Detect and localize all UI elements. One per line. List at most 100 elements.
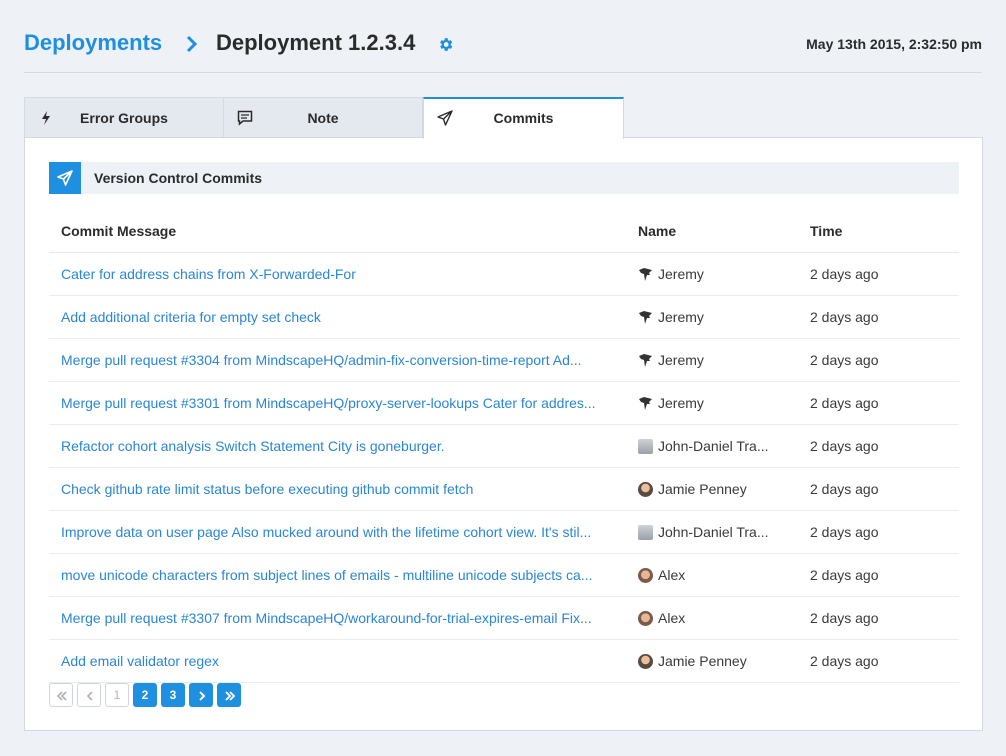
author-cell: Jamie Penney (638, 467, 798, 511)
commit-message-cell: Improve data on user page Also mucked ar… (49, 510, 638, 554)
author-cell: Jeremy (638, 295, 798, 339)
commit-message-link[interactable]: Merge pull request #3301 from MindscapeH… (61, 395, 596, 411)
chevron-left-icon (86, 691, 93, 701)
deployment-timestamp: May 13th 2015, 2:32:50 pm (806, 36, 982, 52)
next-page-button[interactable] (189, 683, 213, 707)
chevron-right-icon (186, 35, 198, 53)
table-row: Add email validator regex Jamie Penney 2 d… (49, 639, 959, 683)
chevron-right-icon (199, 691, 206, 701)
commit-message-cell: Refactor cohort analysis Switch Statemen… (49, 424, 638, 468)
tab-label: Commits (493, 110, 554, 126)
commit-time: 2 days ago (798, 338, 959, 382)
table-row: Check github rate limit status before ex… (49, 467, 959, 511)
commits-table: Commit Message Name Time Cater for addre… (49, 210, 959, 683)
table-row: Merge pull request #3307 from MindscapeH… (49, 596, 959, 640)
commit-time: 2 days ago (798, 553, 959, 597)
avatar (638, 524, 653, 540)
commit-message-cell: Add additional criteria for empty set ch… (49, 295, 638, 339)
table-row: Refactor cohort analysis Switch Statemen… (49, 424, 959, 468)
commit-time: 2 days ago (798, 252, 959, 296)
double-chevron-right-icon (225, 691, 236, 701)
author-name: Alex (658, 609, 686, 626)
commit-time: 2 days ago (798, 467, 959, 511)
commit-time: 2 days ago (798, 596, 959, 640)
column-header-time[interactable]: Time (798, 210, 959, 253)
commit-time: 2 days ago (798, 381, 959, 425)
commit-message-link[interactable]: Improve data on user page Also mucked ar… (61, 524, 591, 540)
last-page-button[interactable] (217, 683, 241, 707)
author-name: John-Daniel Tra... (658, 523, 769, 540)
table-row: Merge pull request #3301 from MindscapeH… (49, 381, 959, 425)
commit-message-cell: Check github rate limit status before ex… (49, 467, 638, 511)
page-2-button[interactable]: 2 (133, 683, 157, 707)
page-header: Deployments Deployment 1.2.3.4 May 13th … (24, 28, 982, 73)
tab-note[interactable]: Note (223, 97, 423, 138)
table-row: move unicode characters from subject lin… (49, 553, 959, 597)
author-cell: John-Daniel Tra... (638, 424, 798, 468)
commit-message-cell: Add email validator regex (49, 639, 638, 683)
author-name: Jeremy (658, 265, 704, 282)
avatar (638, 395, 653, 411)
previous-page-button[interactable] (77, 683, 101, 707)
page-title: Deployment 1.2.3.4 (216, 30, 416, 55)
avatar (638, 653, 653, 669)
commit-message-link[interactable]: Cater for address chains from X-Forwarde… (61, 266, 356, 282)
author-cell: John-Daniel Tra... (638, 510, 798, 554)
commit-message-link[interactable]: move unicode characters from subject lin… (61, 567, 592, 583)
avatar (638, 266, 653, 282)
avatar (638, 352, 653, 368)
author-name: Jeremy (658, 394, 704, 411)
double-chevron-left-icon (56, 691, 67, 701)
table-row: Add additional criteria for empty set ch… (49, 295, 959, 339)
author-cell: Jeremy (638, 338, 798, 382)
commits-panel: Version Control Commits Commit Message N… (24, 137, 983, 731)
author-name: Jamie Penney (658, 652, 747, 669)
column-header-commit-message[interactable]: Commit Message (49, 210, 638, 253)
author-name: Jamie Penney (658, 480, 747, 497)
tab-label: Error Groups (80, 110, 168, 126)
commit-time: 2 days ago (798, 510, 959, 554)
tab-commits[interactable]: Commits (423, 97, 624, 139)
column-header-name[interactable]: Name (638, 210, 798, 253)
commit-message-link[interactable]: Add email validator regex (61, 653, 219, 669)
author-cell: Jamie Penney (638, 639, 798, 683)
table-row: Merge pull request #3304 from MindscapeH… (49, 338, 959, 382)
commit-time: 2 days ago (798, 295, 959, 339)
tab-bar: Error Groups Note Commits (24, 97, 624, 139)
page-3-button[interactable]: 3 (161, 683, 185, 707)
commit-message-link[interactable]: Add additional criteria for empty set ch… (61, 309, 321, 325)
tab-error-groups[interactable]: Error Groups (24, 97, 224, 138)
commit-message-link[interactable]: Merge pull request #3307 from MindscapeH… (61, 610, 592, 626)
avatar (638, 610, 653, 626)
table-row: Improve data on user page Also mucked ar… (49, 510, 959, 554)
tab-label: Note (307, 110, 339, 126)
gear-icon[interactable] (437, 36, 454, 53)
commit-message-cell: Cater for address chains from X-Forwarde… (49, 252, 638, 296)
author-cell: Alex (638, 596, 798, 640)
commit-message-link[interactable]: Check github rate limit status before ex… (61, 481, 473, 497)
commit-message-cell: move unicode characters from subject lin… (49, 553, 638, 597)
commit-time: 2 days ago (798, 424, 959, 468)
author-name: Jeremy (658, 351, 704, 368)
author-cell: Alex (638, 553, 798, 597)
table-row: Cater for address chains from X-Forwarde… (49, 252, 959, 296)
author-name: Alex (658, 566, 686, 583)
section-icon-box (49, 162, 81, 194)
avatar (638, 567, 653, 583)
commit-message-link[interactable]: Merge pull request #3304 from MindscapeH… (61, 352, 582, 368)
breadcrumb-deployments[interactable]: Deployments (24, 30, 162, 56)
avatar (638, 309, 653, 325)
table-header-row: Commit Message Name Time (49, 210, 959, 253)
page-1-button[interactable]: 1 (105, 683, 129, 707)
commit-message-link[interactable]: Refactor cohort analysis Switch Statemen… (61, 438, 445, 454)
first-page-button[interactable] (49, 683, 73, 707)
paper-plane-icon (57, 170, 73, 186)
commit-message-cell: Merge pull request #3304 from MindscapeH… (49, 338, 638, 382)
author-name: John-Daniel Tra... (658, 437, 769, 454)
author-cell: Jeremy (638, 381, 798, 425)
commit-message-cell: Merge pull request #3301 from MindscapeH… (49, 381, 638, 425)
author-cell: Jeremy (638, 252, 798, 296)
avatar (638, 438, 653, 454)
section-title: Version Control Commits (94, 170, 263, 186)
avatar (638, 481, 653, 497)
